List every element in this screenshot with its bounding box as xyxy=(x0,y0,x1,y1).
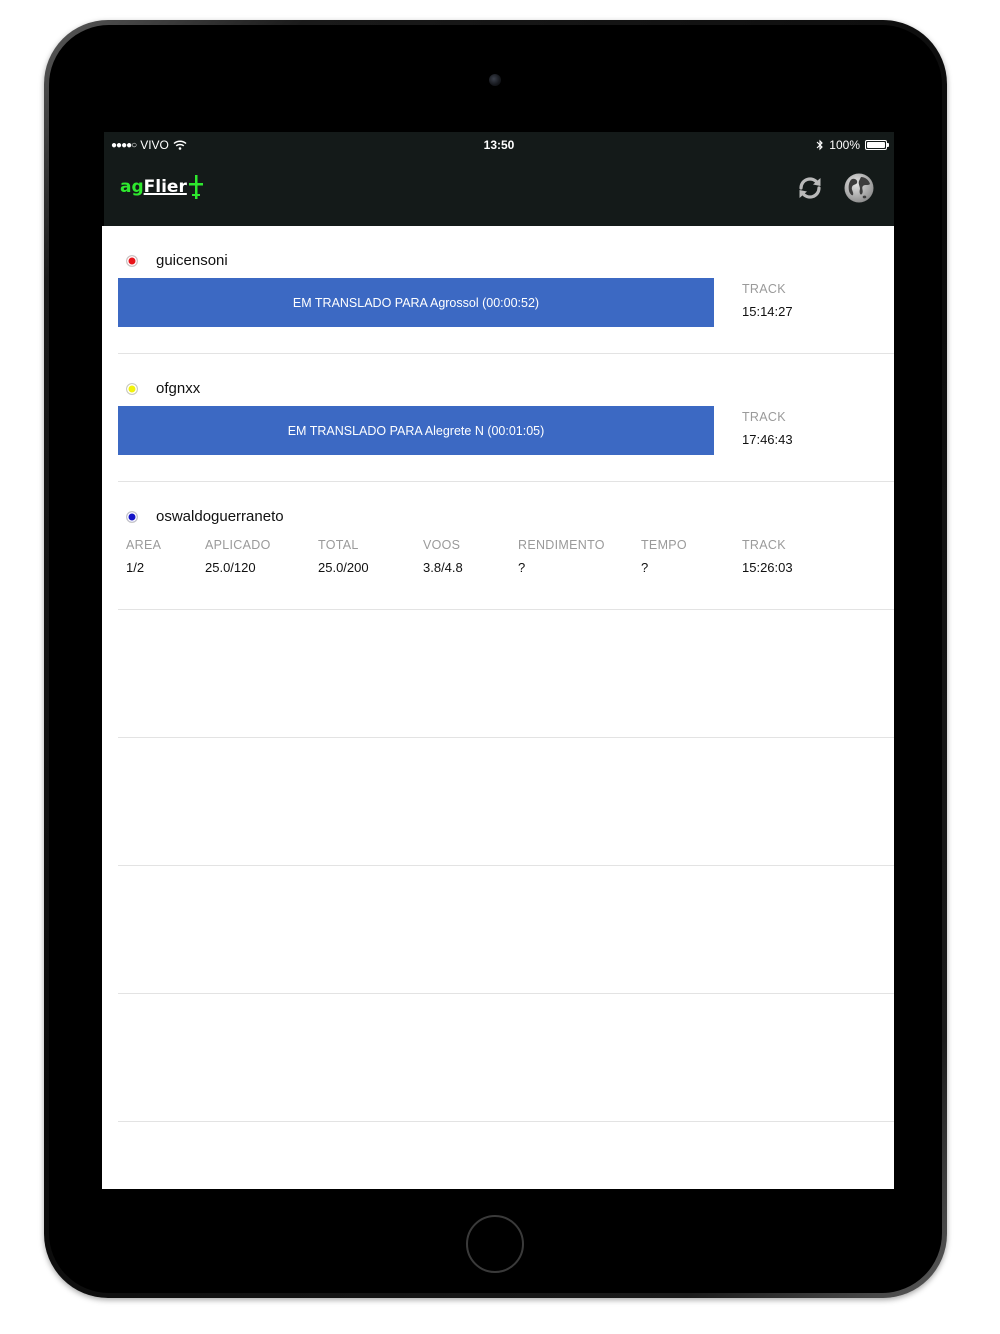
track-column: TRACK 17:46:43 xyxy=(742,410,793,447)
pilot-name: guicensoni xyxy=(156,252,228,269)
track-column: TRACK 15:14:27 xyxy=(742,282,793,319)
battery-level xyxy=(867,142,885,148)
refresh-button[interactable] xyxy=(794,172,826,204)
flight-status-banner: EM TRANSLADO PARA Alegrete N (00:01:05) xyxy=(118,406,714,455)
airplane-icon xyxy=(188,175,203,199)
stat-label: AREA xyxy=(126,538,162,552)
list-item[interactable]: guicensoni EM TRANSLADO PARA Agrossol (0… xyxy=(118,226,894,354)
stat-value: 25.0/200 xyxy=(318,560,369,575)
home-button[interactable] xyxy=(466,1215,524,1273)
screen: ●●●●○ VIVO 13:50 100% ag Flier guicenson… xyxy=(102,132,894,1189)
pilot-name: ofgnxx xyxy=(156,380,201,397)
stat-rendimento: RENDIMENTO ? xyxy=(518,538,605,575)
stat-value: 3.8/4.8 xyxy=(423,560,463,575)
stat-value: 1/2 xyxy=(126,560,145,575)
stat-label: RENDIMENTO xyxy=(518,538,605,552)
stat-label: TEMPO xyxy=(641,538,687,552)
globe-icon xyxy=(844,173,874,203)
stat-area: AREA 1/2 xyxy=(126,538,161,575)
status-bar: ●●●●○ VIVO 13:50 100% xyxy=(104,132,894,158)
empty-list-item xyxy=(118,738,894,866)
logo-ag: ag xyxy=(120,177,144,197)
row-header: ofgnxx xyxy=(126,380,200,397)
stat-track: TRACK 15:26:03 xyxy=(742,538,793,575)
aircraft-list: guicensoni EM TRANSLADO PARA Agrossol (0… xyxy=(102,226,894,1122)
stat-tempo: TEMPO ? xyxy=(641,538,687,575)
stat-label: APLICADO xyxy=(205,538,271,552)
stat-label: VOOS xyxy=(423,538,461,552)
track-label: TRACK xyxy=(742,282,786,296)
logo-flier: Flier xyxy=(143,177,187,197)
battery-icon xyxy=(865,140,889,150)
app-logo: ag Flier xyxy=(120,172,203,202)
stat-value: 15:26:03 xyxy=(742,560,793,575)
status-dot-icon xyxy=(126,382,138,395)
empty-list-item xyxy=(118,994,894,1122)
pilot-name: oswaldoguerraneto xyxy=(156,508,284,525)
bluetooth-icon xyxy=(816,139,824,151)
status-bar-right: 100% xyxy=(816,138,889,152)
globe-button[interactable] xyxy=(843,172,875,204)
empty-list-item xyxy=(118,610,894,738)
status-dot-icon xyxy=(126,510,138,523)
flight-status-banner: EM TRANSLADO PARA Agrossol (00:00:52) xyxy=(118,278,714,327)
stat-value: 25.0/120 xyxy=(205,560,256,575)
row-header: oswaldoguerraneto xyxy=(126,508,284,525)
battery-percent: 100% xyxy=(829,138,860,152)
stat-total: TOTAL 25.0/200 xyxy=(318,538,369,575)
status-time: 13:50 xyxy=(483,138,515,152)
stat-label: TOTAL xyxy=(318,538,359,552)
stat-value: ? xyxy=(641,560,649,575)
refresh-icon xyxy=(799,177,821,199)
row-header: guicensoni xyxy=(126,252,228,269)
list-item[interactable]: ofgnxx EM TRANSLADO PARA Alegrete N (00:… xyxy=(118,354,894,482)
navigation-bar: ●●●●○ VIVO 13:50 100% ag Flier xyxy=(102,132,894,226)
front-camera xyxy=(489,74,501,86)
stat-voos: VOOS 3.8/4.8 xyxy=(423,538,463,575)
status-dot-icon xyxy=(126,254,138,267)
empty-list-item xyxy=(118,866,894,994)
stat-value: ? xyxy=(518,560,526,575)
track-label: TRACK xyxy=(742,410,786,424)
stat-label: TRACK xyxy=(742,538,786,552)
list-item[interactable]: oswaldoguerraneto AREA 1/2 APLICADO 25.0… xyxy=(118,482,894,610)
stat-aplicado: APLICADO 25.0/120 xyxy=(205,538,271,575)
track-value: 15:14:27 xyxy=(742,304,793,319)
track-value: 17:46:43 xyxy=(742,432,793,447)
